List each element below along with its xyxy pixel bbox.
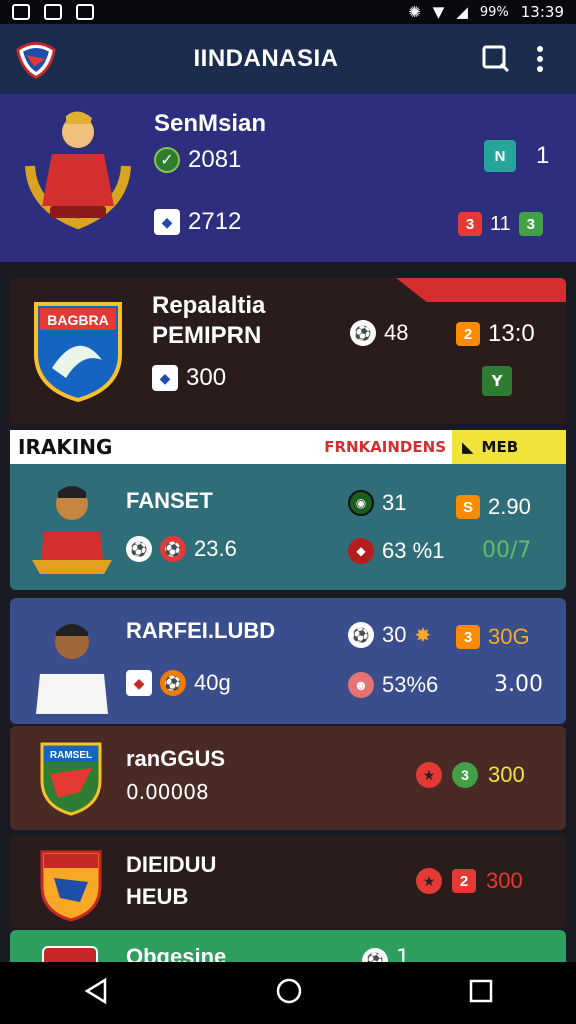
player-2-stat: 40g [194, 670, 231, 695]
featured-count-1: 1 [536, 142, 550, 169]
system-navigation-bar [0, 962, 576, 1024]
club-name-1: Repalaltia [152, 292, 266, 319]
signal-icon: ◢ [456, 3, 468, 21]
status-time: 13:39 [520, 3, 564, 21]
club-shield-icon [40, 850, 102, 922]
player-1-value-3: 63 %1 [382, 538, 445, 563]
club-crest-icon: ◆ [154, 209, 180, 235]
player-1-value-1: 31 [382, 490, 407, 515]
club-score: 13:0 [488, 320, 535, 347]
red-star-icon: ★ [416, 868, 442, 894]
player-card-2[interactable]: RARFEI.LUBD ◆ ⚽ 40g ⚽ 30 ✸ 3 30G ☻ 53%6 … [10, 598, 566, 724]
player-2-name: RARFEI.LUBD [126, 618, 276, 643]
orange-badge: S [456, 495, 480, 519]
club-shield-text: BAGBRA [47, 312, 108, 328]
app-notification-icon [76, 4, 94, 20]
wifi-icon: ▼ [432, 3, 445, 21]
notification-icon [44, 4, 62, 20]
club-row-2-value: 300 [486, 868, 523, 893]
battery-text: 99% [479, 4, 509, 20]
orange-badge: 3 [456, 625, 480, 649]
player-2-value-3: 53%6 [382, 672, 439, 697]
club-row-2-sub: HEUB [126, 884, 189, 909]
player-2-value-1: 30 [382, 622, 407, 647]
ranking-label: IRAKING [10, 430, 310, 464]
club-shield-icon: RAMSEL [40, 742, 102, 816]
featured-stat-1: 2081 [188, 146, 242, 173]
app-logo-icon[interactable] [14, 37, 58, 81]
green-check-badge: Y [482, 366, 512, 396]
player-1-stat: 23.6 [194, 536, 237, 561]
red-ball-icon: ⚽ [160, 536, 186, 562]
club-stat: 300 [186, 364, 227, 391]
red-badge: 3 [458, 212, 482, 236]
star-icon: ✸ [414, 624, 432, 647]
home-icon[interactable] [275, 977, 303, 1009]
bug-icon: ✺ [408, 3, 421, 21]
ranking-header: IRAKING FRNKAINDENS ◣ MEB [10, 430, 566, 464]
more-options-icon[interactable] [518, 37, 562, 81]
app-bar: IINDANASIA [0, 24, 576, 94]
back-icon[interactable] [83, 977, 109, 1009]
green-badge: 3 [518, 212, 543, 236]
green-crest-icon: ◉ [348, 490, 374, 516]
player-1-value-2: 2.90 [488, 494, 531, 519]
red-star-icon: ★ [416, 762, 442, 788]
n-badge: N [484, 140, 516, 172]
player-1-value-4: 00/7 [482, 538, 532, 563]
player-avatar-1 [32, 486, 112, 574]
app-title: IINDANASIA [193, 45, 339, 72]
player-2-value-2: 30G [488, 624, 530, 649]
ranking-right-label: MEB [481, 438, 519, 456]
football-icon: ⚽ [126, 536, 152, 562]
red-corner-ribbon [396, 278, 566, 302]
club-row-2[interactable]: DIEIDUU HEUB ★ 2 300 [10, 836, 566, 928]
ranking-mid-label[interactable]: FRNKAINDENS [310, 430, 452, 464]
player-1-name: FANSET [126, 488, 213, 513]
filter-icon: ◣ [462, 438, 474, 456]
football-icon: ⚽ [348, 622, 374, 648]
status-bar: ✺ ▼ ◢ 99% 13:39 [0, 0, 576, 24]
featured-player-card[interactable]: SenMsian ✓ 2081 ◆ 2712 N 1 3 11 3 [0, 94, 576, 262]
search-icon[interactable] [474, 37, 518, 81]
club-shield-text: RAMSEL [50, 750, 92, 761]
featured-player-name: SenMsian [154, 110, 267, 137]
club-crest-small-icon: ◆ [152, 365, 178, 391]
club-card[interactable]: BAGBRA Repalaltia PEMIPRN ◆ 300 ⚽ 48 2 1… [10, 278, 566, 424]
club-row-1[interactable]: RAMSEL ranGGUS 0.00008 ★ 3 300 [10, 726, 566, 830]
club-row-1-name: ranGGUS [126, 746, 226, 771]
club-crest-icon: ◆ [126, 670, 152, 696]
green-badge: 3 [452, 762, 478, 788]
red-crest-icon: ◆ [348, 538, 374, 564]
image-icon [12, 4, 30, 20]
ranking-right-tab[interactable]: ◣ MEB [452, 430, 566, 464]
football-icon: ⚽ [350, 320, 376, 346]
player-2-value-4: 3.00 [494, 672, 543, 697]
club-row-1-sub: 0.00008 [126, 780, 209, 804]
player-card-1[interactable]: FANSET ⚽ ⚽ 23.6 ◉ 31 S 2.90 ◆ 63 %1 00/7 [10, 464, 566, 590]
player-avatar-2 [36, 624, 108, 714]
football-icon: ⚽ [160, 670, 186, 696]
player-emblem-icon [25, 111, 131, 230]
club-shield-icon: BAGBRA [34, 302, 122, 402]
player-face-icon: ☻ [348, 672, 374, 698]
club-ball-value: 48 [384, 320, 409, 345]
recents-icon[interactable] [469, 979, 493, 1007]
club-row-2-name: DIEIDUU [126, 852, 217, 877]
red-badge: 2 [452, 869, 476, 893]
featured-stat-2: 2712 [188, 208, 242, 235]
club-row-1-value: 300 [488, 762, 525, 787]
featured-count-2: 11 [490, 212, 511, 235]
orange-badge: 2 [456, 322, 480, 346]
shield-green-icon: ✓ [154, 147, 180, 173]
club-name-2: PEMIPRN [152, 322, 262, 349]
